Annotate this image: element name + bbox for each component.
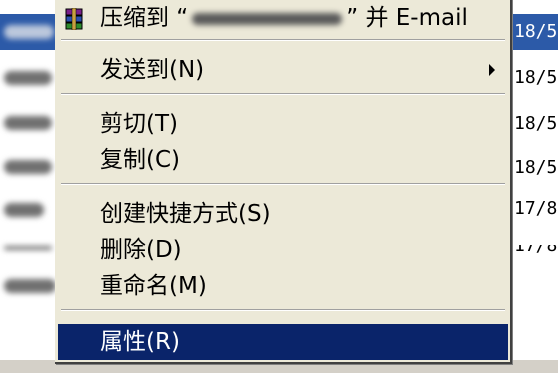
winrar-books-icon	[65, 8, 83, 30]
file-name-redacted	[4, 25, 54, 39]
file-name-redacted	[4, 116, 52, 130]
file-date: 18/5	[514, 113, 558, 134]
file-date: 17/8	[514, 198, 558, 219]
menu-separator	[61, 183, 505, 185]
menu-item-copy[interactable]: 复制(C)	[58, 142, 508, 178]
file-date: 18/5	[514, 21, 558, 42]
menu-separator	[61, 309, 505, 311]
submenu-arrow-icon	[489, 64, 495, 76]
menu-item-rename[interactable]: 重命名(M)	[58, 268, 508, 304]
file-name-redacted	[4, 71, 52, 85]
menu-item-cut[interactable]: 剪切(T)	[58, 106, 508, 142]
menu-item-send-to[interactable]: 发送到(N)	[58, 52, 508, 88]
create-shortcut-label: 创建快捷方式(S)	[100, 201, 271, 227]
rename-label: 重命名(M)	[100, 273, 207, 299]
redacted-filename	[192, 12, 343, 25]
file-name-redacted	[4, 246, 52, 250]
cut-label: 剪切(T)	[100, 111, 178, 137]
file-date: 18/5	[514, 157, 558, 178]
file-name-redacted	[4, 160, 52, 174]
file-date: 18/5	[514, 67, 558, 88]
menu-item-properties[interactable]: 属性(R)	[58, 324, 508, 360]
delete-label: 删除(D)	[100, 237, 182, 263]
compress-label-suffix: ” 并 E-mail	[346, 5, 468, 31]
copy-label: 复制(C)	[100, 147, 181, 173]
menu-separator	[61, 39, 505, 41]
send-to-label: 发送到(N)	[100, 57, 205, 83]
context-menu: 压缩到 “ ” 并 E-mail 发送到(N) 剪切(T) 复制(C) 创建快捷方…	[55, 0, 512, 364]
properties-label: 属性(R)	[100, 329, 180, 355]
file-name-redacted	[4, 279, 56, 293]
menu-item-create-shortcut[interactable]: 创建快捷方式(S)	[58, 196, 508, 232]
menu-separator	[61, 93, 505, 95]
file-date: 17/8	[514, 235, 558, 256]
compress-label-prefix: 压缩到 “	[100, 5, 189, 31]
menu-item-delete[interactable]: 删除(D)	[58, 232, 508, 268]
file-name-redacted	[4, 203, 44, 217]
menu-item-compress-and-email[interactable]: 压缩到 “ ” 并 E-mail	[58, 0, 508, 36]
